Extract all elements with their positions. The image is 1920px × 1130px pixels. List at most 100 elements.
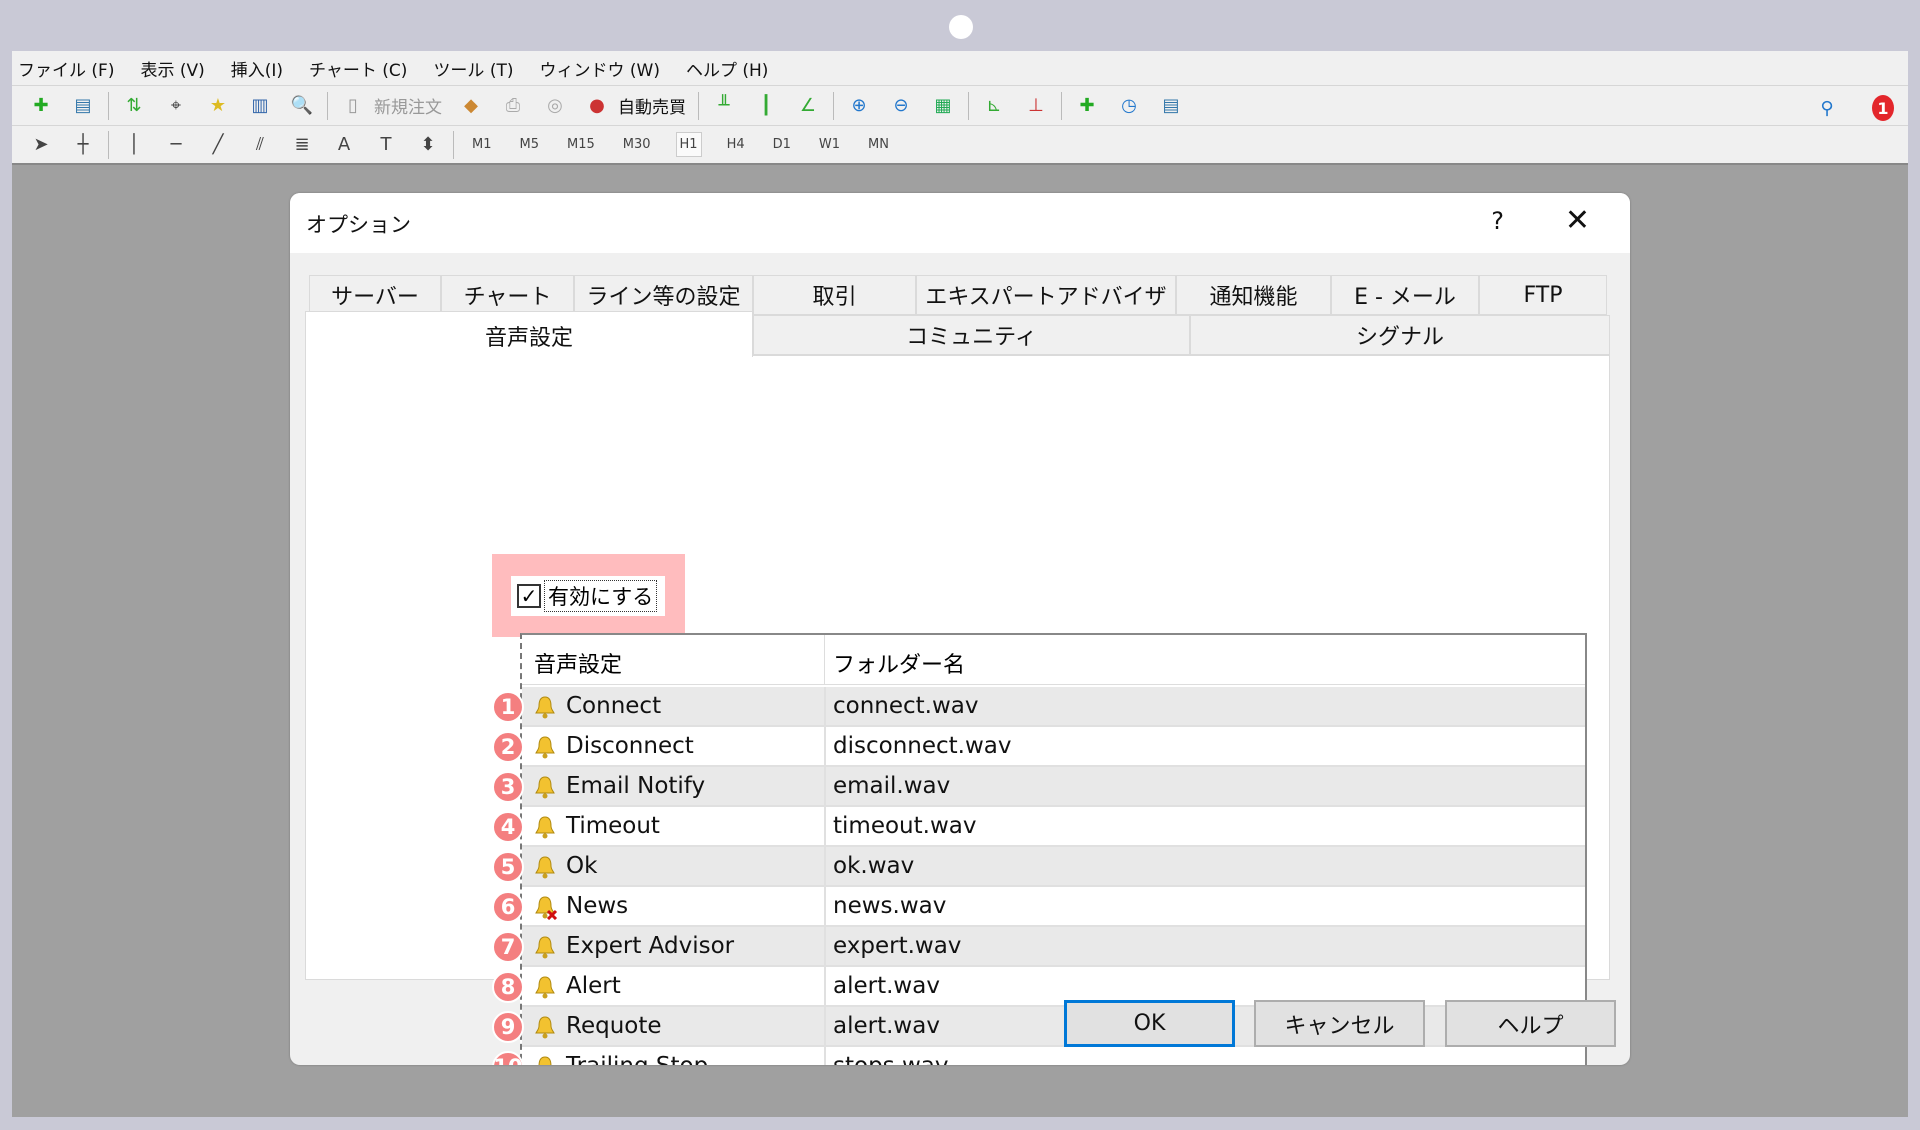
tab[interactable]: 取引 bbox=[753, 275, 916, 315]
metaeditor-icon[interactable]: ◆ bbox=[458, 93, 484, 119]
tab[interactable]: 通知機能 bbox=[1176, 275, 1331, 315]
timeframe-m1[interactable]: M1 bbox=[469, 133, 495, 156]
bar-chart-icon[interactable]: ╨ bbox=[711, 93, 737, 119]
list-item[interactable]: 10 Trailing Stop stops.wav bbox=[492, 1047, 1585, 1065]
sound-file[interactable]: stops.wav bbox=[833, 1053, 948, 1065]
search-icon[interactable]: ⚲ bbox=[1814, 95, 1840, 121]
arrows-icon[interactable]: ⬍ bbox=[415, 132, 441, 158]
menu-item[interactable]: 挿入(I) bbox=[231, 56, 283, 81]
tab[interactable]: E - メール bbox=[1331, 275, 1479, 315]
zoom-in-icon[interactable]: ⊕ bbox=[846, 93, 872, 119]
column-header-event[interactable]: 音声設定 bbox=[534, 647, 622, 679]
menu-item[interactable]: 表示 (V) bbox=[140, 56, 204, 81]
menu-item[interactable]: チャート (C) bbox=[309, 56, 407, 81]
bell-icon[interactable] bbox=[532, 774, 558, 800]
column-header-folder[interactable]: フォルダー名 bbox=[833, 647, 965, 679]
cancel-button[interactable]: キャンセル bbox=[1254, 1000, 1425, 1047]
bell-icon[interactable] bbox=[532, 854, 558, 880]
tab[interactable]: エキスパートアドバイザ bbox=[916, 275, 1176, 315]
timeframe-d1[interactable]: D1 bbox=[770, 133, 794, 156]
sound-file[interactable]: ok.wav bbox=[833, 853, 914, 879]
vertical-line-icon[interactable]: │ bbox=[121, 132, 147, 158]
fibonacci-icon[interactable]: ≣ bbox=[289, 132, 315, 158]
horizontal-line-icon[interactable]: ─ bbox=[163, 132, 189, 158]
terminal-icon[interactable]: ▥ bbox=[247, 93, 273, 119]
crosshair-icon[interactable]: ┼ bbox=[70, 132, 96, 158]
list-item[interactable]: 9 Requote alert.wav bbox=[492, 1007, 1585, 1047]
tab[interactable]: FTP bbox=[1479, 275, 1607, 315]
list-item[interactable]: 3 Email Notify email.wav bbox=[492, 767, 1585, 807]
bell-disabled-icon[interactable] bbox=[532, 894, 558, 921]
auto-trading-icon[interactable]: ● bbox=[584, 93, 610, 119]
tile-windows-icon[interactable]: ▦ bbox=[930, 93, 956, 119]
bell-icon[interactable] bbox=[532, 974, 558, 1000]
market-watch-icon[interactable]: ⇅ bbox=[121, 93, 147, 119]
list-item[interactable]: 2 Disconnect disconnect.wav bbox=[492, 727, 1585, 767]
autoscroll-icon[interactable]: ⊾ bbox=[981, 93, 1007, 119]
navigator-icon[interactable]: ★ bbox=[205, 93, 231, 119]
sound-file[interactable]: timeout.wav bbox=[833, 813, 976, 839]
bell-icon[interactable] bbox=[532, 934, 558, 960]
print-icon[interactable]: ⎙ bbox=[500, 93, 526, 119]
sound-file[interactable]: disconnect.wav bbox=[833, 733, 1012, 759]
timeframe-m5[interactable]: M5 bbox=[517, 133, 543, 156]
equidistant-channel-icon[interactable]: ⫽ bbox=[247, 132, 273, 158]
tab[interactable]: 音声設定 bbox=[305, 311, 753, 357]
strategy-tester-icon[interactable]: 🔍 bbox=[289, 93, 315, 119]
list-item[interactable]: 5 Ok ok.wav bbox=[492, 847, 1585, 887]
timeframe-m30[interactable]: M30 bbox=[620, 133, 654, 156]
menu-item[interactable]: ファイル (F) bbox=[18, 56, 114, 81]
sound-file[interactable]: alert.wav bbox=[833, 1013, 940, 1039]
list-item[interactable]: 6 News news.wav bbox=[492, 887, 1585, 927]
menu-item[interactable]: ウィンドウ (W) bbox=[539, 56, 659, 81]
menu-item[interactable]: ヘルプ (H) bbox=[686, 56, 768, 81]
chart-shift-icon[interactable]: ⊥ bbox=[1023, 93, 1049, 119]
data-window-icon[interactable]: ⌖ bbox=[163, 93, 189, 119]
list-item[interactable]: 8 Alert alert.wav bbox=[492, 967, 1585, 1007]
indicators-icon[interactable]: ✚ bbox=[1074, 93, 1100, 119]
timeframe-w1[interactable]: W1 bbox=[816, 133, 843, 156]
bell-icon[interactable] bbox=[532, 1014, 558, 1040]
notification-badge[interactable]: 1 bbox=[1872, 95, 1894, 121]
bell-icon[interactable] bbox=[532, 694, 558, 720]
trendline-icon[interactable]: ╱ bbox=[205, 132, 231, 158]
auto-trading-button[interactable]: 自動売買 bbox=[618, 93, 686, 118]
new-chart-icon[interactable]: ✚ bbox=[28, 93, 54, 119]
list-item[interactable]: 1 Connect connect.wav bbox=[492, 687, 1585, 727]
tab[interactable]: サーバー bbox=[309, 275, 441, 315]
help-button[interactable]: ヘルプ bbox=[1445, 1000, 1616, 1047]
sound-file[interactable]: alert.wav bbox=[833, 973, 940, 999]
new-order-icon[interactable]: ▯ bbox=[340, 93, 366, 119]
profiles-icon[interactable]: ▤ bbox=[70, 93, 96, 119]
new-order-button[interactable]: 新規注文 bbox=[374, 93, 442, 118]
timeframe-m15[interactable]: M15 bbox=[564, 133, 598, 156]
sound-file[interactable]: connect.wav bbox=[833, 693, 979, 719]
enable-checkbox[interactable]: ✓ 有効にする bbox=[511, 576, 665, 616]
tab[interactable]: ライン等の設定 bbox=[574, 275, 753, 315]
candlestick-icon[interactable]: ┃ bbox=[753, 93, 779, 119]
list-item[interactable]: 7 Expert Advisor expert.wav bbox=[492, 927, 1585, 967]
menu-item[interactable]: ツール (T) bbox=[433, 56, 513, 81]
close-icon[interactable]: ✕ bbox=[1565, 203, 1590, 238]
text-icon[interactable]: A bbox=[331, 132, 357, 158]
timeframe-h4[interactable]: H4 bbox=[724, 133, 748, 156]
templates-icon[interactable]: ▤ bbox=[1158, 93, 1184, 119]
checkbox-checked-icon[interactable]: ✓ bbox=[517, 584, 541, 608]
ok-button[interactable]: OK bbox=[1064, 1000, 1235, 1047]
sound-file[interactable]: email.wav bbox=[833, 773, 950, 799]
periods-icon[interactable]: ◷ bbox=[1116, 93, 1142, 119]
tab[interactable]: シグナル bbox=[1190, 315, 1610, 355]
sound-file[interactable]: news.wav bbox=[833, 893, 946, 919]
timeframe-mn[interactable]: MN bbox=[865, 133, 892, 156]
zoom-out-icon[interactable]: ⊖ bbox=[888, 93, 914, 119]
text-label-icon[interactable]: T bbox=[373, 132, 399, 158]
tab[interactable]: チャート bbox=[441, 275, 574, 315]
signal-icon[interactable]: ◎ bbox=[542, 93, 568, 119]
timeframe-h1[interactable]: H1 bbox=[675, 132, 702, 157]
help-icon[interactable]: ? bbox=[1491, 207, 1504, 235]
tab[interactable]: コミュニティ bbox=[753, 315, 1190, 355]
bell-icon[interactable] bbox=[532, 814, 558, 840]
line-chart-icon[interactable]: ∠ bbox=[795, 93, 821, 119]
cursor-icon[interactable]: ➤ bbox=[28, 132, 54, 158]
bell-icon[interactable] bbox=[532, 734, 558, 760]
